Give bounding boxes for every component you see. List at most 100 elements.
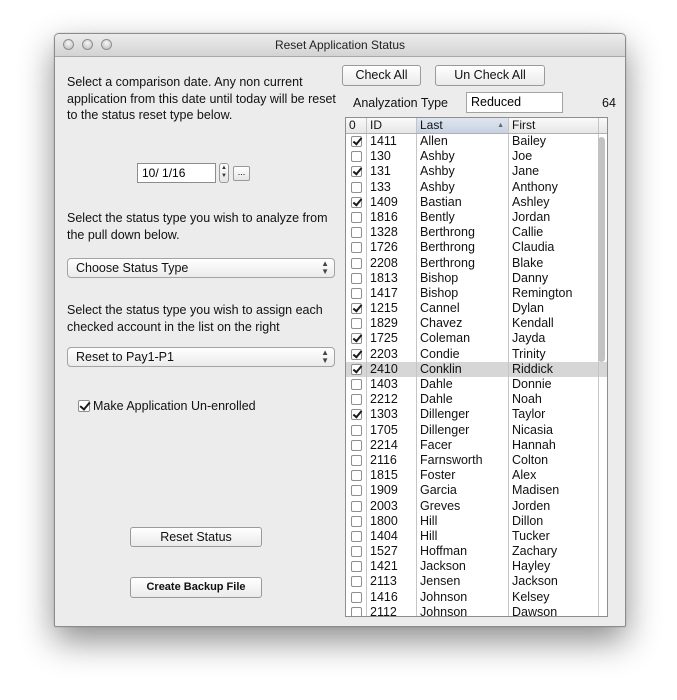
comparison-date-field[interactable]: 10/ 1/16 [137, 163, 216, 183]
row-checkbox[interactable] [351, 227, 362, 239]
row-checkbox[interactable] [351, 454, 362, 466]
row-checkbox[interactable] [351, 394, 362, 406]
table-scrollbar[interactable] [597, 135, 606, 616]
row-checkbox[interactable] [351, 151, 362, 163]
table-row[interactable]: 130 Ashby Joe [346, 149, 607, 165]
table-row[interactable]: 1403 Dahle Donnie [346, 377, 607, 393]
window-title: Reset Application Status [274, 38, 406, 52]
row-first-name: Donnie [509, 377, 599, 393]
row-checkbox[interactable] [351, 546, 362, 558]
table-row[interactable]: 1813 Bishop Danny [346, 270, 607, 286]
row-checkbox[interactable] [351, 515, 362, 527]
table-row[interactable]: 1725 Coleman Jayda [346, 331, 607, 347]
row-checkbox[interactable] [351, 136, 362, 147]
table-row[interactable]: 1816 Bently Jordan [346, 209, 607, 226]
row-checkbox[interactable] [351, 500, 362, 512]
table-row[interactable]: 1829 Chavez Kendall [346, 316, 607, 332]
table-row[interactable]: 131 Ashby Jane [346, 164, 607, 180]
row-id: 1816 [367, 209, 417, 226]
table-row[interactable]: 1909 Garcia Madisen [346, 483, 607, 499]
scrollbar-thumb[interactable] [598, 137, 605, 362]
row-checkbox[interactable] [351, 561, 362, 573]
table-row[interactable]: 1815 Foster Alex [346, 468, 607, 484]
row-checkbox[interactable] [351, 576, 362, 588]
row-checkbox[interactable] [351, 318, 362, 330]
row-id: 2214 [367, 437, 417, 453]
row-last-name: Garcia [417, 483, 509, 499]
table-row[interactable]: 2112 Johnson Dawson [346, 604, 607, 616]
table-row[interactable]: 1409 Bastian Ashley [346, 194, 607, 210]
row-checkbox[interactable] [351, 181, 362, 193]
row-checkbox[interactable] [351, 530, 362, 542]
table-row[interactable]: 2203 Condie Trinity [346, 346, 607, 362]
row-checkbox[interactable] [351, 196, 362, 208]
table-row[interactable]: 1527 Hoffman Zachary [346, 544, 607, 560]
row-last-name: Johnson [417, 589, 509, 605]
uncheck-all-button[interactable]: Un Check All [435, 65, 545, 86]
row-last-name: Johnson [417, 604, 509, 616]
row-checkbox[interactable] [351, 363, 362, 375]
header-check[interactable]: 0 [346, 118, 367, 133]
row-check-cell [346, 604, 367, 616]
row-checkbox[interactable] [351, 348, 362, 360]
stepper-down-icon[interactable]: ▼ [220, 172, 228, 180]
row-id: 1404 [367, 528, 417, 545]
title-bar[interactable]: Reset Application Status [55, 34, 625, 57]
table-row[interactable]: 1303 Dillenger Taylor [346, 407, 607, 423]
row-checkbox[interactable] [351, 591, 362, 603]
row-checkbox[interactable] [351, 242, 362, 254]
calendar-picker-button[interactable]: ... [233, 166, 250, 181]
check-all-button[interactable]: Check All [342, 65, 421, 86]
date-stepper[interactable]: ▲ ▼ [219, 163, 229, 183]
table-row[interactable]: 1411 Allen Bailey [346, 134, 607, 150]
row-checkbox[interactable] [351, 424, 362, 436]
reset-status-window: Reset Application Status Select a compar… [54, 33, 626, 627]
table-row[interactable]: 1328 Berthrong Callie [346, 225, 607, 241]
row-checkbox[interactable] [351, 211, 362, 223]
analyzation-type-field[interactable]: Reduced [466, 92, 563, 113]
table-row[interactable]: 1215 Cannel Dylan [346, 301, 607, 317]
row-checkbox[interactable] [351, 333, 362, 345]
assign-status-popup[interactable]: Reset to Pay1-P1 ▲ ▼ [67, 347, 335, 367]
table-row[interactable]: 2116 Farnsworth Colton [346, 452, 607, 469]
table-row[interactable]: 2208 Berthrong Blake [346, 255, 607, 271]
row-checkbox[interactable] [351, 439, 362, 451]
table-row[interactable]: 2212 Dahle Noah [346, 392, 607, 408]
create-backup-button[interactable]: Create Backup File [130, 577, 262, 598]
row-checkbox[interactable] [351, 287, 362, 299]
table-row[interactable]: 1800 Hill Dillon [346, 513, 607, 529]
row-checkbox[interactable] [351, 272, 362, 284]
accounts-table[interactable]: 0 ID Last ▲ First 1411 Allen Bailey 130 Ashb… [345, 117, 608, 617]
table-row[interactable]: 1726 Berthrong Claudia [346, 240, 607, 256]
row-checkbox[interactable] [351, 166, 362, 178]
unenroll-checkbox[interactable] [78, 400, 90, 412]
row-checkbox[interactable] [351, 303, 362, 315]
row-checkbox[interactable] [351, 379, 362, 390]
row-checkbox[interactable] [351, 606, 362, 616]
table-row[interactable]: 2003 Greves Jorden [346, 498, 607, 514]
header-id[interactable]: ID [367, 118, 417, 133]
table-row[interactable]: 1421 Jackson Hayley [346, 559, 607, 575]
row-checkbox[interactable] [351, 470, 362, 482]
table-row[interactable]: 2214 Facer Hannah [346, 437, 607, 453]
status-type-popup[interactable]: Choose Status Type ▲ ▼ [67, 258, 335, 278]
row-check-cell [346, 437, 367, 453]
row-first-name: Trinity [509, 346, 599, 362]
table-row[interactable]: 133 Ashby Anthony [346, 179, 607, 195]
table-row[interactable]: 1416 Johnson Kelsey [346, 589, 607, 605]
row-last-name: Jackson [417, 559, 509, 575]
reset-status-button[interactable]: Reset Status [130, 527, 262, 547]
stepper-up-icon[interactable]: ▲ [220, 164, 228, 172]
header-last[interactable]: Last ▲ [417, 118, 509, 133]
table-row[interactable]: 2410 Conklin Riddick [346, 361, 607, 377]
table-row[interactable]: 1417 Bishop Remington [346, 285, 607, 302]
table-row[interactable]: 1705 Dillenger Nicasia [346, 422, 607, 438]
row-checkbox[interactable] [351, 409, 362, 421]
table-row[interactable]: 1404 Hill Tucker [346, 528, 607, 545]
row-checkbox[interactable] [351, 485, 362, 497]
unenroll-label[interactable]: Make Application Un-enrolled [93, 398, 256, 415]
row-first-name: Noah [509, 392, 599, 408]
table-row[interactable]: 2113 Jensen Jackson [346, 574, 607, 590]
row-checkbox[interactable] [351, 257, 362, 269]
header-first[interactable]: First [509, 118, 599, 133]
